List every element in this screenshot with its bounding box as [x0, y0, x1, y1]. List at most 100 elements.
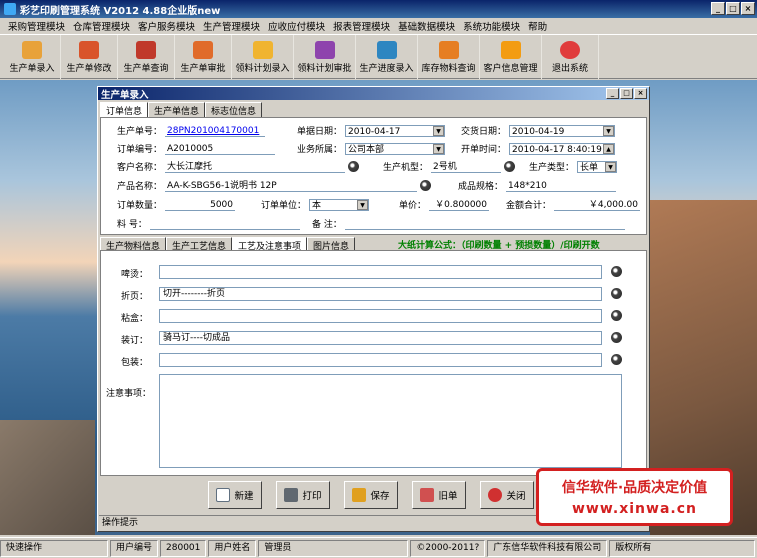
new-button[interactable]: 新建: [208, 481, 262, 509]
order-no-label: 生产单号：: [117, 127, 163, 137]
order-entry-window: 生产单录入 _ □ × 订单信息 生产单信息 标志位信息 生产单号： 28PN20…: [97, 86, 650, 532]
product-label: 产品名称：: [117, 182, 163, 192]
print-button[interactable]: 打印: [276, 481, 330, 509]
business-select[interactable]: 公司本部: [345, 142, 446, 155]
order-no-link[interactable]: 28PN201004170001: [165, 124, 266, 137]
order-info-panel: 生产单号： 28PN201004170001 单据日期： 2010-04-17 ▼ 交…: [100, 117, 647, 235]
doc-date-field[interactable]: 2010-04-17: [345, 124, 446, 137]
app-title: 彩艺印刷管理系统 V2012 4.88企业版new: [20, 5, 221, 17]
glue-lookup-icon[interactable]: [611, 310, 622, 321]
maximize-button[interactable]: □: [726, 2, 740, 15]
spec-field[interactable]: 148*210: [506, 179, 617, 192]
window-titlebar: 生产单录入 _ □ ×: [98, 87, 649, 101]
order-code-field[interactable]: A2010005: [165, 142, 276, 155]
material-plan-icon: [252, 40, 273, 59]
remark-field[interactable]: [344, 217, 625, 230]
doc-date-dropdown-icon[interactable]: ▼: [433, 125, 445, 136]
status-user-id-label: 用户编号: [110, 539, 159, 557]
prod-type-label: 生产类型：: [529, 163, 575, 173]
menu-warehouse[interactable]: 仓库管理模块: [69, 19, 134, 33]
open-time-spinner-icon[interactable]: ▲: [603, 143, 615, 154]
process-label-binding: 装订：: [121, 336, 149, 346]
customer-label: 客户名称：: [117, 163, 163, 173]
order-query-button[interactable]: 生产单查询: [118, 35, 175, 79]
business-dropdown-icon[interactable]: ▼: [433, 143, 445, 154]
machine-field[interactable]: 2号机: [431, 160, 502, 173]
product-lookup-icon[interactable]: [420, 180, 432, 191]
process-label-fold: 折页：: [121, 292, 149, 302]
inventory-query-button[interactable]: 库存物料查询: [418, 35, 480, 79]
menu-basic-data[interactable]: 基础数据模块: [394, 19, 459, 33]
order-entry-button[interactable]: 生产单录入: [4, 35, 61, 79]
minimize-button[interactable]: _: [711, 2, 725, 15]
banner-url: www.xinwa.cn: [572, 501, 697, 517]
material-no-field[interactable]: [149, 217, 300, 230]
inventory-icon: [438, 40, 459, 59]
progress-entry-button[interactable]: 生产进度录入: [356, 35, 418, 79]
window-minimize-button[interactable]: _: [606, 88, 619, 99]
window-close-button[interactable]: ×: [634, 88, 647, 99]
window-maximize-button[interactable]: □: [620, 88, 633, 99]
order-approve-icon: [193, 40, 213, 59]
menubar: 采购管理模块 仓库管理模块 客户服务模块 生产管理模块 应收应付模块 报表管理模…: [0, 18, 757, 35]
process-field-packing[interactable]: [159, 353, 602, 367]
customer-field[interactable]: 大长江摩托: [165, 160, 346, 173]
notes-textarea[interactable]: [159, 374, 622, 468]
customer-lookup-icon[interactable]: [348, 161, 360, 172]
notes-label: 注意事项：: [106, 389, 152, 399]
hot-stamp-lookup-icon[interactable]: [611, 266, 622, 277]
order-entry-icon: [22, 40, 42, 59]
material-approve-icon: [314, 40, 335, 59]
menu-help[interactable]: 帮助: [524, 19, 551, 33]
qty-field[interactable]: 5000: [165, 198, 236, 211]
product-field[interactable]: AA-K-SBG56-1说明书 12P: [165, 179, 418, 192]
menu-reports[interactable]: 报表管理模块: [329, 19, 394, 33]
order-edit-button[interactable]: 生产单修改: [61, 35, 118, 79]
exit-icon: [560, 40, 580, 59]
delivery-date-dropdown-icon[interactable]: ▼: [603, 125, 615, 136]
order-approve-button[interactable]: 生产单审批: [175, 35, 232, 79]
close-window-button[interactable]: 关闭: [480, 481, 534, 509]
machine-label: 生产机型：: [383, 163, 429, 173]
menu-system[interactable]: 系统功能模块: [459, 19, 524, 33]
status-copyright: ©2000-2011?: [410, 539, 486, 557]
promo-banner[interactable]: 信华软件·品质决定价值 www.xinwa.cn: [536, 468, 733, 526]
unit-dropdown-icon[interactable]: ▼: [357, 199, 369, 210]
open-time-field[interactable]: 2010-04-17 8:40:19: [509, 142, 616, 155]
menu-receivable-payable[interactable]: 应收应付模块: [264, 19, 329, 33]
material-approve-button[interactable]: 领料计划审批: [294, 35, 356, 79]
material-plan-button[interactable]: 领料计划录入: [232, 35, 294, 79]
business-label: 业务所属：: [297, 145, 343, 155]
delivery-date-field[interactable]: 2010-04-19: [509, 124, 616, 137]
amount-field: ￥4,000.00: [554, 198, 641, 211]
machine-lookup-icon[interactable]: [504, 161, 516, 172]
close-button[interactable]: ×: [741, 2, 755, 15]
material-no-label: 料 号：: [117, 220, 147, 230]
amount-label: 金额合计：: [506, 201, 552, 211]
status-quick-ops[interactable]: 快速操作: [0, 539, 108, 557]
background-rocks-left: [0, 420, 95, 535]
app-icon: [4, 3, 16, 15]
process-field-glue[interactable]: [159, 309, 602, 323]
doc-date-label: 单据日期：: [297, 127, 343, 137]
qty-label: 订单数量：: [117, 201, 163, 211]
customer-info-button[interactable]: 客户信息管理: [480, 35, 542, 79]
open-time-label: 开单时间：: [461, 145, 507, 155]
packing-lookup-icon[interactable]: [611, 354, 622, 365]
status-bar: 快速操作 用户编号 280001 用户姓名 管理员 ©2000-2011? 广东…: [0, 537, 757, 558]
price-field[interactable]: ￥0.800000: [429, 198, 490, 211]
fold-lookup-icon[interactable]: [611, 288, 622, 299]
process-field-binding[interactable]: 骑马订----切成品: [159, 331, 602, 345]
menu-customer-service[interactable]: 客户服务模块: [134, 19, 199, 33]
old-order-button[interactable]: 旧单: [412, 481, 466, 509]
menu-purchase[interactable]: 采购管理模块: [4, 19, 69, 33]
process-field-hot-stamp[interactable]: [159, 265, 602, 279]
process-field-fold[interactable]: 切开--------折页: [159, 287, 602, 301]
save-button[interactable]: 保存: [344, 481, 398, 509]
status-user-id: 280001: [160, 539, 207, 557]
binding-lookup-icon[interactable]: [611, 332, 622, 343]
prod-type-dropdown-icon[interactable]: ▼: [605, 161, 617, 172]
exit-system-button[interactable]: 退出系统: [542, 35, 599, 79]
menu-production[interactable]: 生产管理模块: [199, 19, 264, 33]
order-query-icon: [136, 40, 156, 59]
